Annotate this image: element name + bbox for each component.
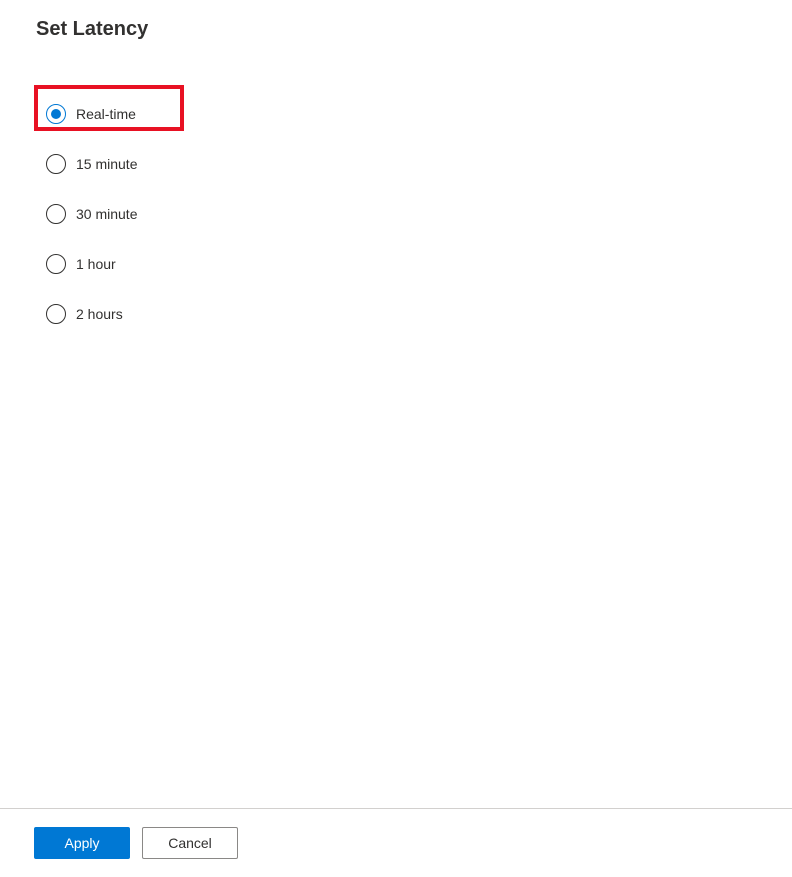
option-label: 1 hour: [76, 256, 116, 272]
radio-icon: [46, 204, 66, 224]
set-latency-panel: Set Latency Real-time 15 minute 30 minut…: [0, 0, 792, 877]
option-1-hour[interactable]: 1 hour: [46, 239, 792, 289]
option-label: 30 minute: [76, 206, 137, 222]
latency-options: Real-time 15 minute 30 minute 1 hour 2 h…: [0, 89, 792, 808]
option-15-minute[interactable]: 15 minute: [46, 139, 792, 189]
option-2-hours[interactable]: 2 hours: [46, 289, 792, 339]
option-real-time[interactable]: Real-time: [46, 89, 792, 139]
radio-icon: [46, 104, 66, 124]
apply-button[interactable]: Apply: [34, 827, 130, 859]
option-label: 15 minute: [76, 156, 137, 172]
radio-icon: [46, 254, 66, 274]
radio-icon: [46, 154, 66, 174]
panel-title: Set Latency: [0, 18, 792, 41]
option-label: Real-time: [76, 106, 136, 122]
radio-icon: [46, 304, 66, 324]
option-label: 2 hours: [76, 306, 123, 322]
option-30-minute[interactable]: 30 minute: [46, 189, 792, 239]
panel-footer: Apply Cancel: [0, 808, 792, 877]
cancel-button[interactable]: Cancel: [142, 827, 238, 859]
